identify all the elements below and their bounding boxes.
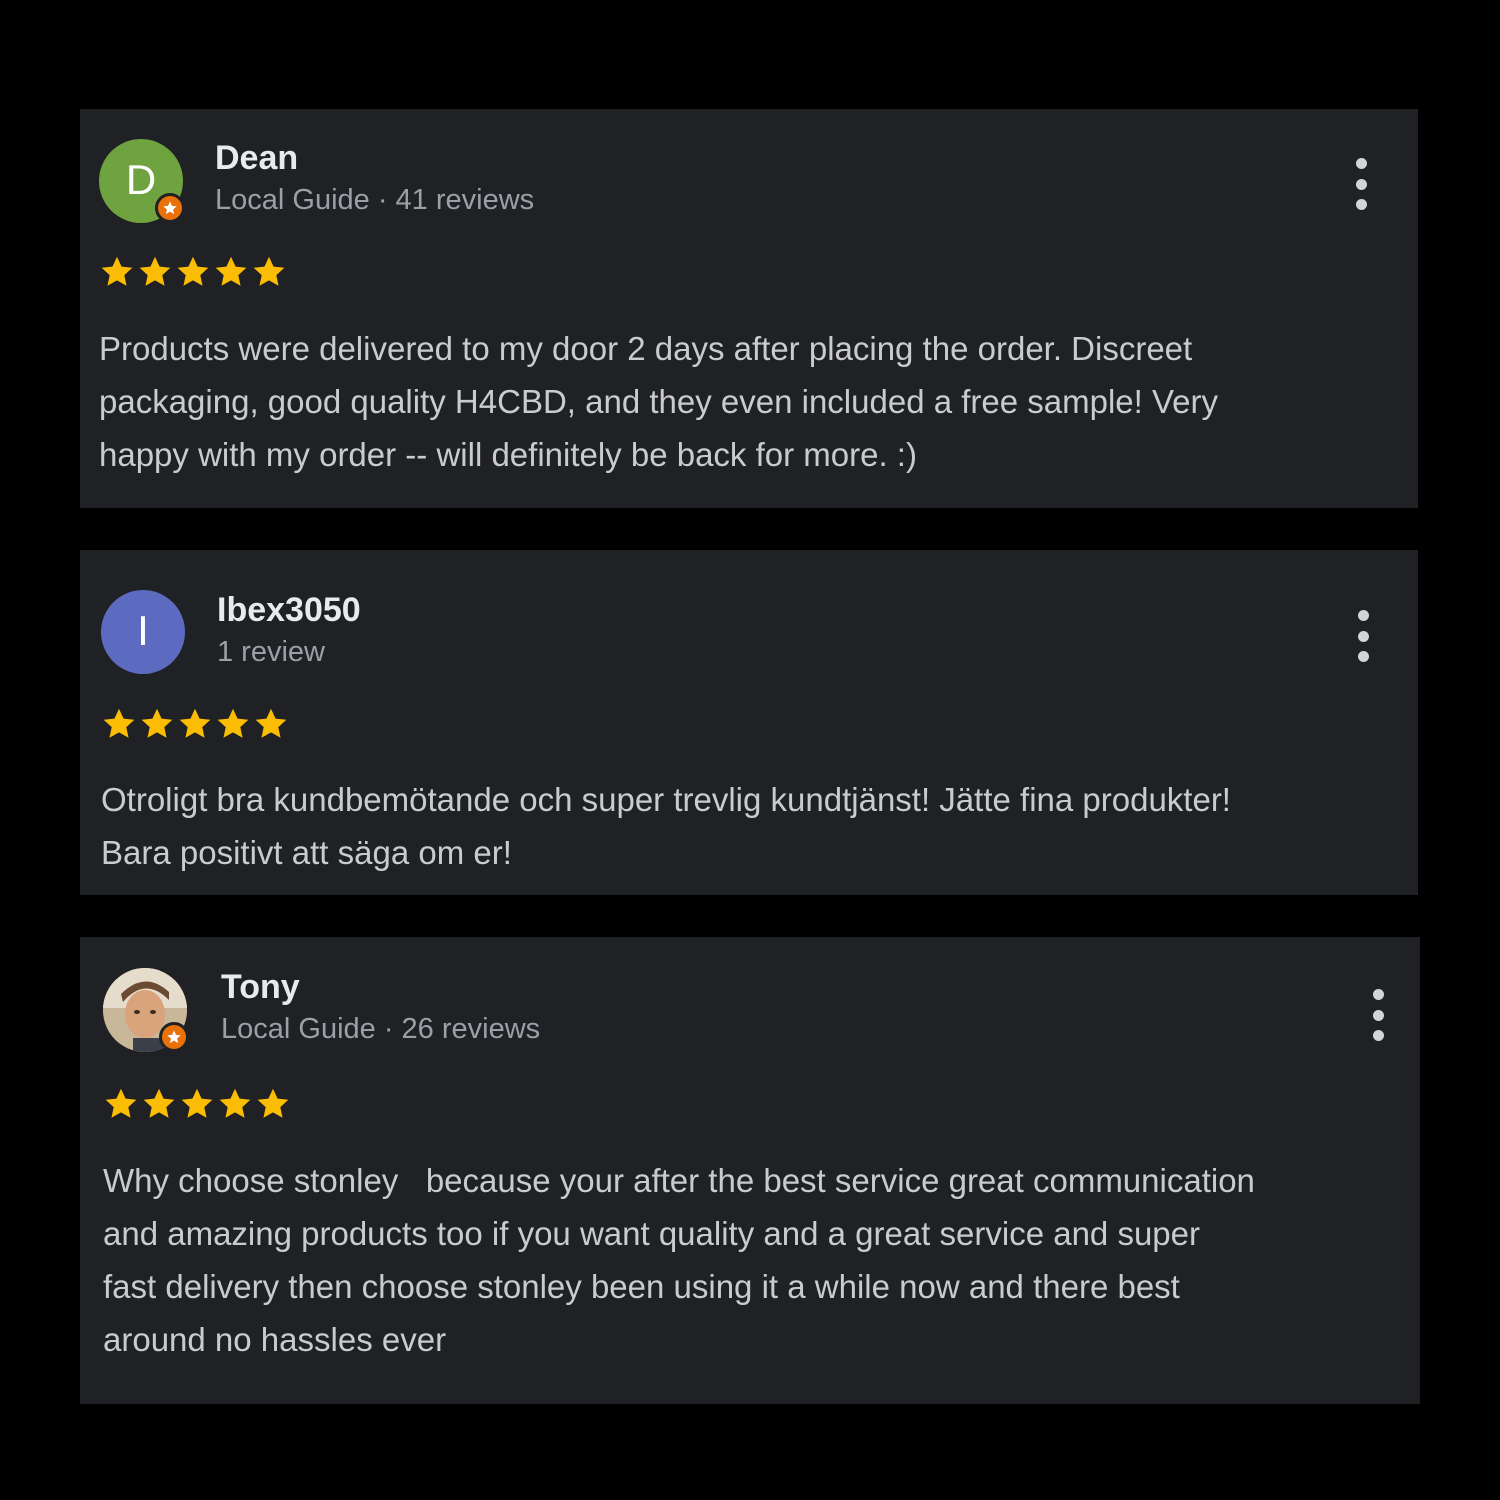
star-icon: [215, 256, 247, 286]
avatar-initial: D: [125, 156, 157, 203]
reviewer-name[interactable]: Tony: [221, 968, 300, 1007]
more-vert-icon: [1372, 989, 1384, 1000]
star-rating: [101, 706, 289, 742]
review-text: Products were delivered to my door 2 day…: [99, 330, 1219, 473]
star-icon: [101, 256, 133, 286]
star-rating: [103, 1086, 291, 1122]
star-icon: [219, 1088, 251, 1118]
local-guide-badge-icon: [159, 1022, 189, 1052]
star-icon: [179, 708, 211, 738]
reviewer-meta: Local Guide · 26 reviews: [221, 1013, 541, 1045]
review-text: Otroligt bra kundbemötande och super tre…: [101, 781, 1231, 871]
star-icon: [181, 1088, 213, 1118]
star-icon: [143, 1088, 175, 1118]
star-icon: [257, 1088, 289, 1118]
star-icon: [177, 256, 209, 286]
more-vert-icon: [1357, 610, 1369, 621]
more-options-button[interactable]: [1351, 610, 1375, 662]
more-options-button[interactable]: [1349, 158, 1373, 210]
avatar[interactable]: [103, 968, 189, 1052]
avatar[interactable]: I: [101, 590, 185, 674]
reviewer-name[interactable]: Ibex3050: [217, 591, 361, 630]
star-rating: [99, 254, 287, 290]
star-icon: [139, 256, 171, 286]
reviewer-meta: Local Guide · 41 reviews: [215, 184, 535, 216]
review-card: I Ibex3050 1 review Otroligt bra kundbem…: [80, 550, 1418, 895]
star-icon: [103, 708, 135, 738]
reviewer-meta: 1 review: [217, 636, 325, 668]
avatar[interactable]: D: [99, 139, 185, 223]
review-text: Why choose stonley because your after th…: [103, 1162, 1255, 1358]
avatar-initial: I: [137, 607, 149, 654]
more-vert-icon: [1355, 158, 1367, 169]
star-icon: [141, 708, 173, 738]
review-card: Tony Local Guide · 26 reviews Why choose…: [80, 937, 1420, 1404]
more-options-button[interactable]: [1366, 989, 1390, 1041]
review-card: D Dean Local Guide · 41 reviews Products…: [80, 109, 1418, 508]
local-guide-badge-icon: [155, 193, 185, 223]
star-icon: [255, 708, 287, 738]
star-icon: [105, 1088, 137, 1118]
reviewer-name[interactable]: Dean: [215, 139, 298, 178]
star-icon: [217, 708, 249, 738]
star-icon: [253, 256, 285, 286]
